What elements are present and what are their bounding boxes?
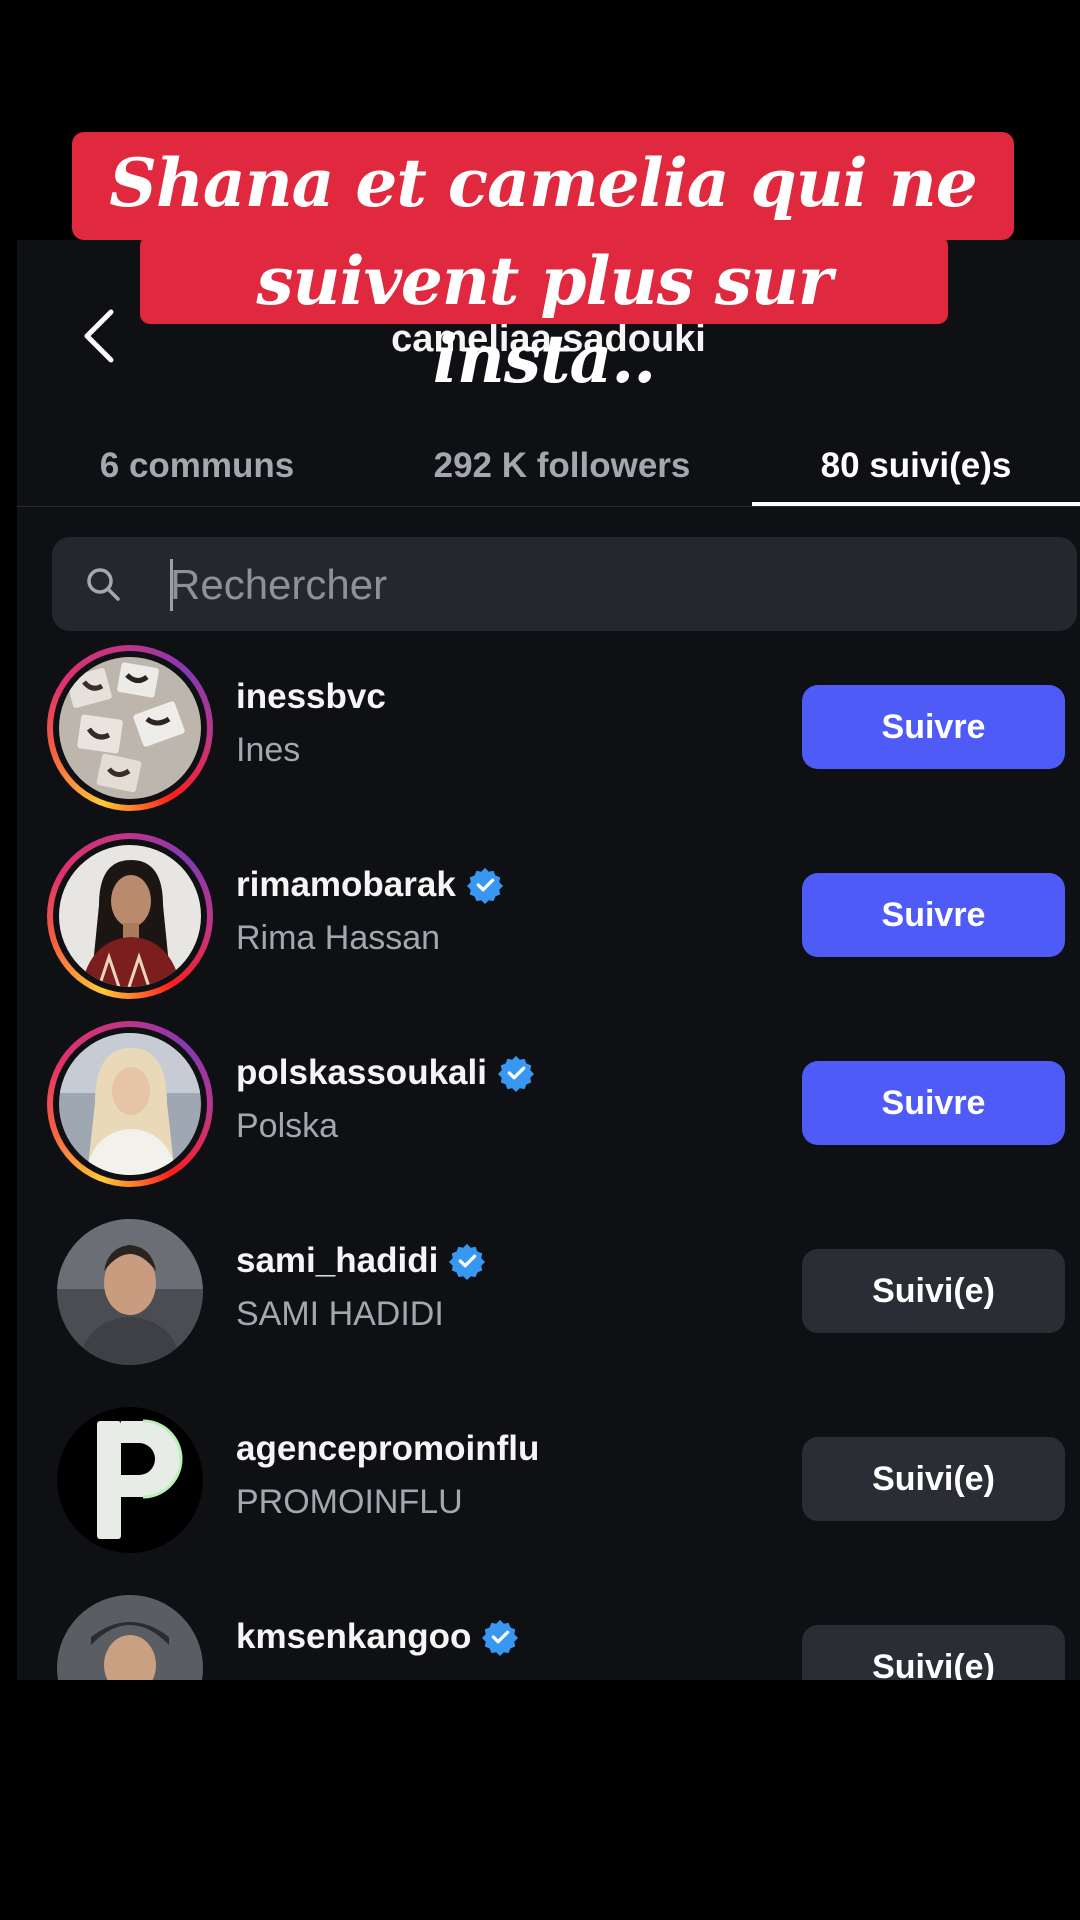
follow-tabs: 6 communs 292 K followers 80 suivi(e)s — [17, 410, 1080, 507]
full-name: Polska — [236, 1107, 339, 1145]
full-name: Rima Hassan — [236, 919, 441, 957]
verified-badge-icon — [449, 1243, 486, 1280]
search-icon — [87, 568, 120, 601]
avatar-wrapper[interactable] — [47, 1585, 213, 1680]
video-caption-overlay: Shana et camelia qui ne se suivent plus … — [0, 0, 1080, 398]
list-item[interactable]: sami_hadidi SAMI HADIDI Suivi(e) — [17, 1209, 1080, 1397]
avatar-story-ring[interactable] — [47, 1021, 213, 1187]
full-name: SAMI HADIDI — [236, 1295, 444, 1333]
follow-button[interactable]: Suivre — [802, 873, 1065, 957]
username[interactable]: polskassoukali — [236, 1053, 487, 1093]
full-name: PROMOINFLU — [236, 1483, 463, 1521]
avatar-wrapper[interactable] — [47, 1209, 213, 1375]
following-button[interactable]: Suivi(e) — [802, 1249, 1065, 1333]
tab-mutual[interactable]: 6 communs — [17, 410, 377, 506]
verified-badge-icon — [466, 867, 503, 904]
caption-line-1-box: Shana et camelia qui ne se — [72, 132, 1014, 300]
avatar — [57, 1407, 203, 1553]
avatar — [59, 845, 201, 987]
verified-badge-icon — [482, 1619, 519, 1656]
username[interactable]: rimamobarak — [236, 865, 456, 905]
tab-following[interactable]: 80 suivi(e)s — [752, 410, 1080, 506]
caption-line-2: suivent plus sur insta.. — [256, 242, 832, 398]
avatar — [57, 1595, 203, 1680]
active-tab-indicator — [752, 502, 1080, 506]
avatar-story-ring[interactable] — [47, 645, 213, 811]
follow-button[interactable]: Suivre — [802, 685, 1065, 769]
following-button[interactable]: Suivi(e) — [802, 1437, 1065, 1521]
search-input[interactable]: Rechercher — [52, 537, 1077, 631]
full-name: Ines — [236, 731, 301, 769]
list-item[interactable]: rimamobarak Rima Hassan Suivre — [17, 833, 1080, 1021]
following-button[interactable]: Suivi(e) — [802, 1625, 1065, 1680]
verified-badge-icon — [497, 1055, 535, 1092]
tab-followers[interactable]: 292 K followers — [377, 410, 747, 506]
list-item[interactable]: polskassoukali Polska Suivre — [17, 1021, 1080, 1209]
avatar-wrapper[interactable] — [47, 1397, 213, 1563]
avatar — [59, 657, 201, 799]
avatar-story-ring[interactable] — [47, 833, 213, 999]
instagram-following-screen: cameliaa.sadouki 6 communs 292 K followe… — [17, 240, 1080, 1680]
caption-line-2-box: suivent plus sur insta.. — [140, 236, 948, 398]
list-item[interactable]: agencepromoinflu PROMOINFLU Suivi(e) — [17, 1397, 1080, 1585]
search-placeholder: Rechercher — [170, 561, 388, 608]
list-item[interactable]: kmsenkangoo Suivi(e) — [17, 1585, 1080, 1680]
username[interactable]: inessbvc — [236, 677, 386, 717]
username[interactable]: agencepromoinflu — [236, 1429, 539, 1469]
username[interactable]: kmsenkangoo — [236, 1617, 471, 1657]
username[interactable]: sami_hadidi — [236, 1241, 438, 1281]
avatar — [59, 1033, 201, 1175]
avatar — [57, 1219, 203, 1365]
list-item[interactable]: inessbvc Ines Suivre — [17, 645, 1080, 833]
follow-button[interactable]: Suivre — [802, 1061, 1065, 1145]
